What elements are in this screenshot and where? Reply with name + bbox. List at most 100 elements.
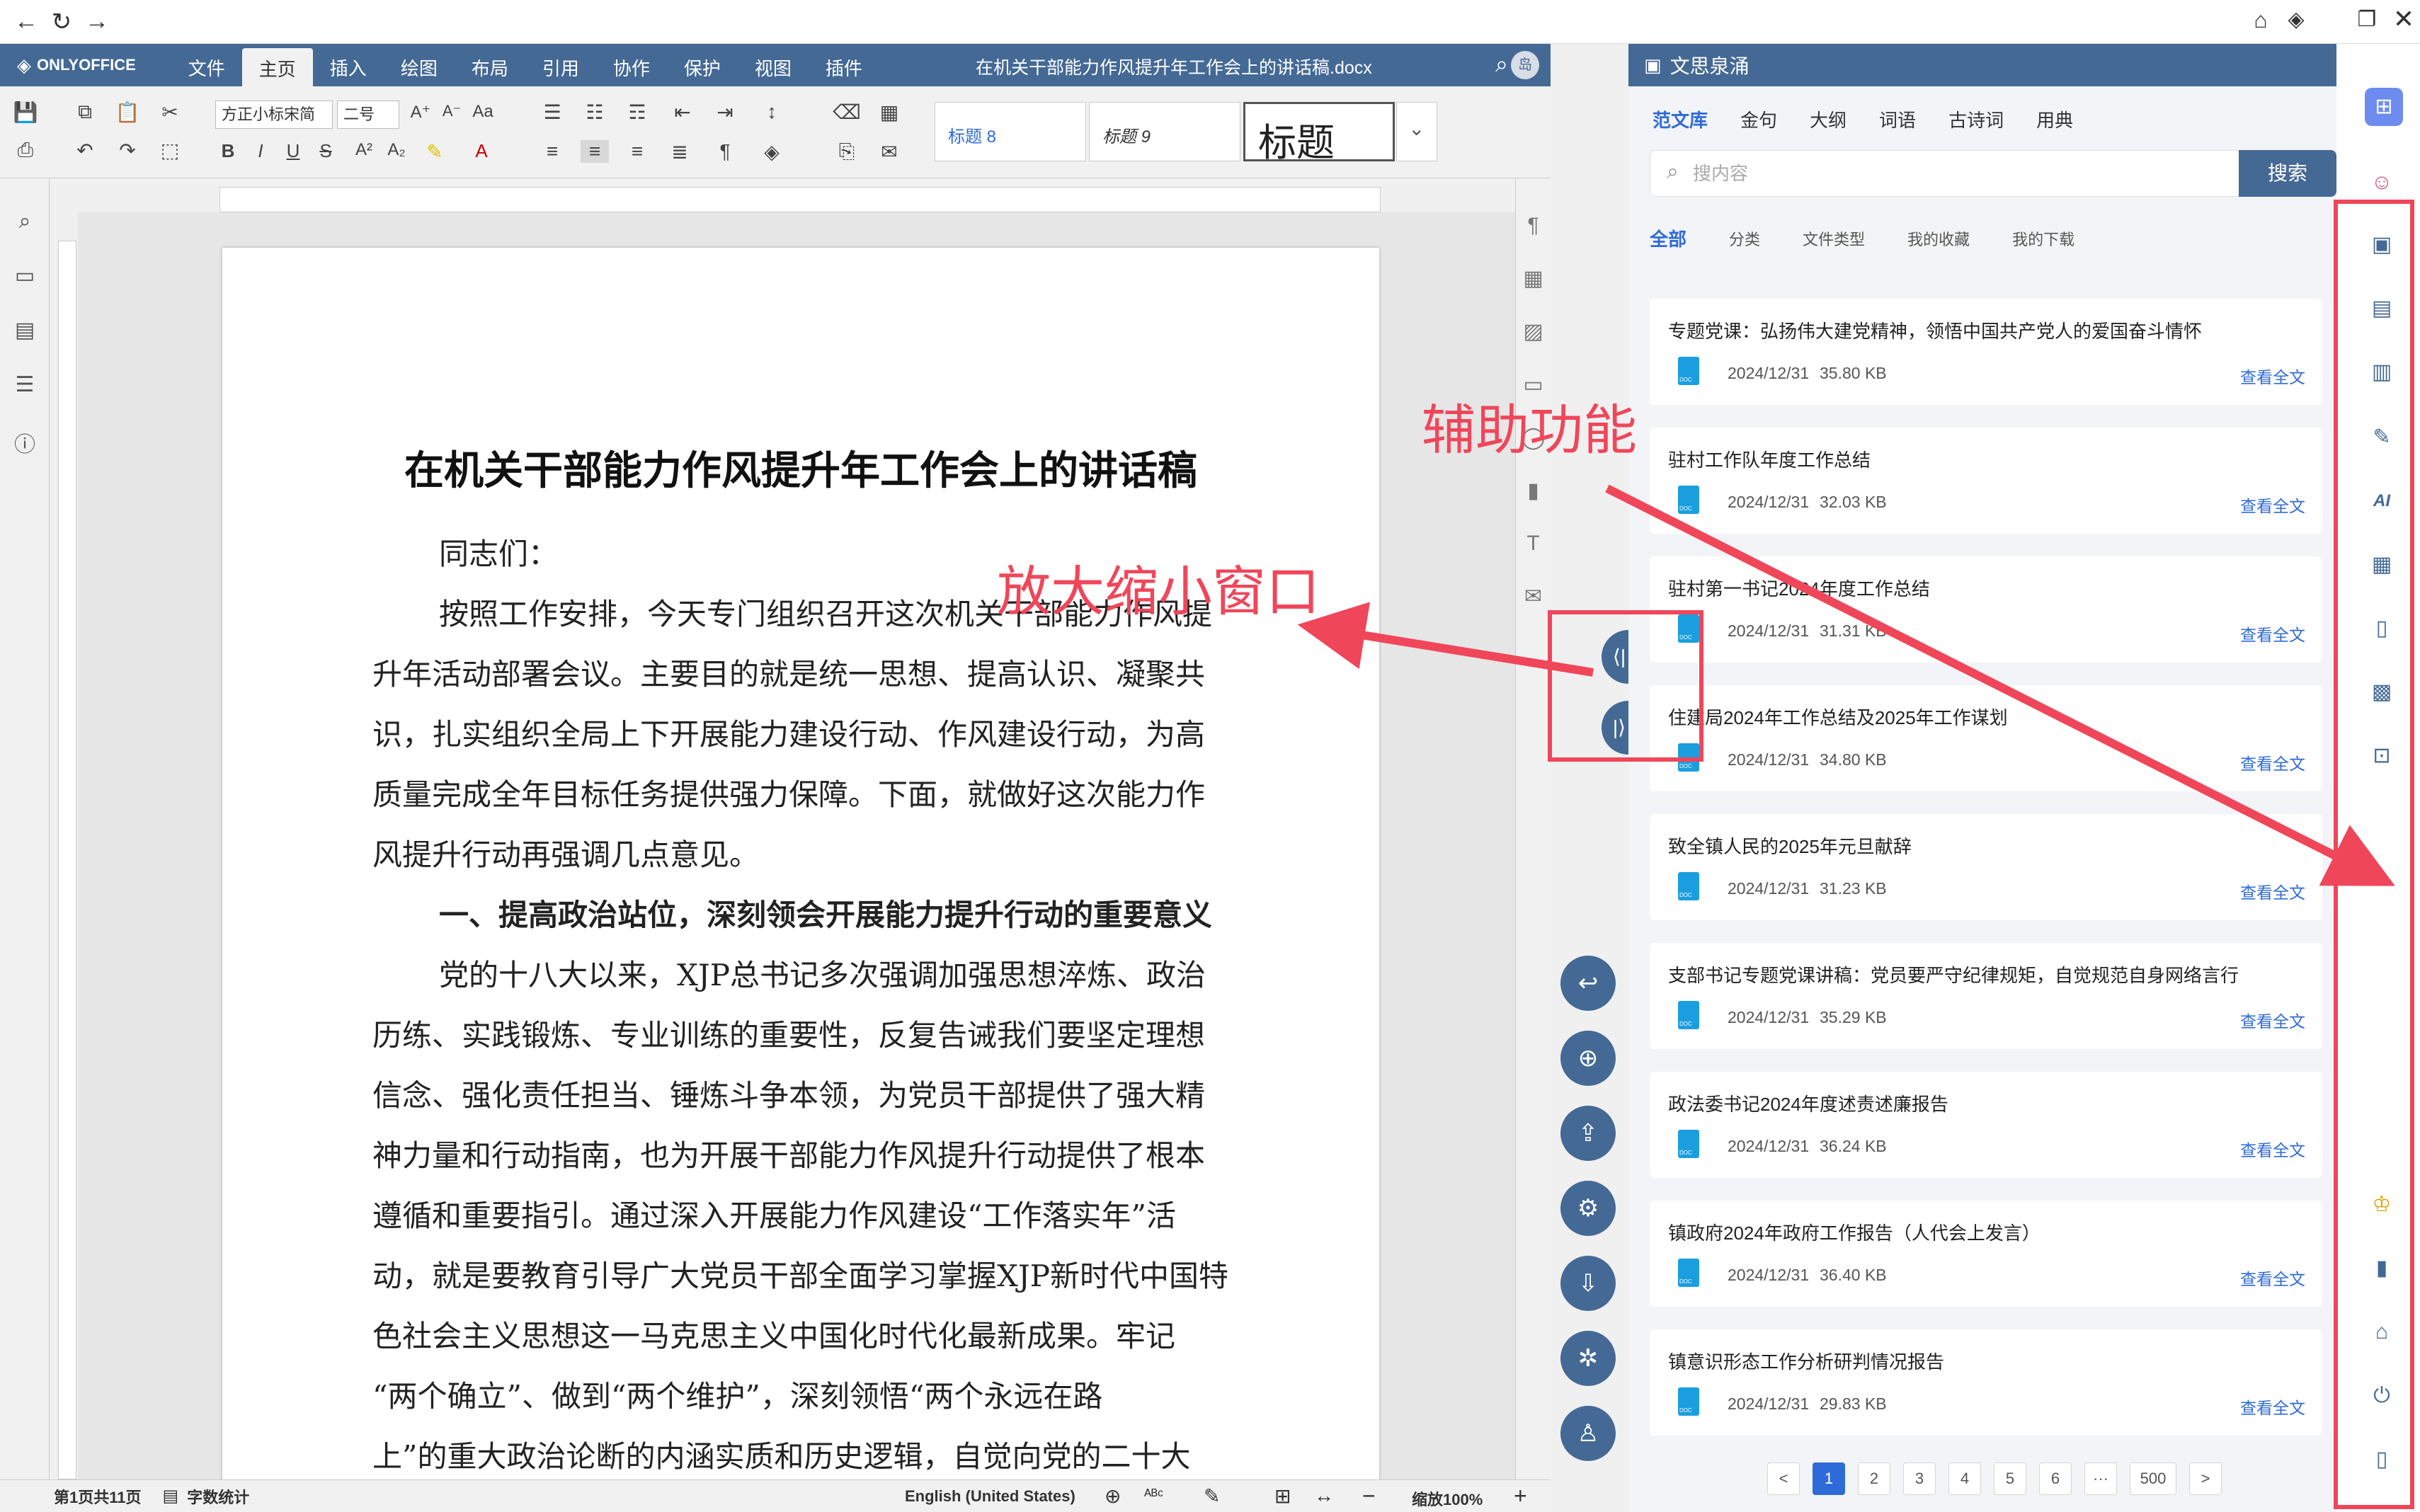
page-500[interactable]: 500: [2130, 1462, 2176, 1495]
navigation-icon[interactable]: ☰: [0, 372, 50, 397]
horizontal-ruler[interactable]: [219, 187, 1381, 212]
result-title[interactable]: 驻村第一书记2024年度工作总结: [1668, 575, 1930, 601]
clear-style-icon[interactable]: ⌫: [833, 101, 861, 124]
page-info[interactable]: 第1页共11页: [54, 1485, 142, 1508]
tab-words[interactable]: 词语: [1879, 106, 1916, 132]
view-full-link[interactable]: 查看全文: [2240, 879, 2305, 903]
globe-icon[interactable]: ⊕: [1105, 1484, 1121, 1508]
tab-poems[interactable]: 古诗词: [1948, 106, 2004, 132]
reload-icon[interactable]: ↻: [44, 8, 79, 36]
page-3[interactable]: 3: [1903, 1462, 1936, 1495]
zoom-in-icon[interactable]: +: [1514, 1483, 1527, 1509]
app-launcher-icon[interactable]: ⊞: [2365, 88, 2403, 126]
chart-settings-icon[interactable]: ▮: [1516, 479, 1551, 503]
style-gallery-expand[interactable]: ⌄: [1396, 102, 1437, 161]
result-title[interactable]: 镇政府2024年政府工作报告（人代会上发言）: [1668, 1219, 2041, 1245]
view-full-link[interactable]: 查看全文: [2240, 622, 2305, 646]
comments-icon[interactable]: ▭: [0, 263, 50, 288]
view-full-link[interactable]: 查看全文: [2240, 364, 2305, 388]
view-full-link[interactable]: 查看全文: [2240, 1137, 2305, 1161]
textart-settings-icon[interactable]: T: [1516, 532, 1551, 556]
search-icon[interactable]: ⌕: [1495, 51, 1508, 78]
search-button[interactable]: 搜索: [2239, 150, 2336, 197]
bold-icon[interactable]: B: [214, 140, 242, 162]
view-full-link[interactable]: 查看全文: [2240, 750, 2305, 774]
return-button[interactable]: ↩: [1560, 956, 1616, 1011]
multilevel-list-icon[interactable]: ☶: [623, 101, 651, 124]
save-icon[interactable]: 💾: [11, 101, 40, 124]
restore-window-icon[interactable]: ❐: [2349, 7, 2385, 32]
page-5[interactable]: 5: [1994, 1462, 2026, 1495]
paste-icon[interactable]: 📋: [113, 101, 142, 124]
result-card[interactable]: 致全镇人民的2025年元旦献辞 2024/12/31 31.23 KB 查看全文: [1650, 814, 2322, 920]
user-avatar-icon[interactable]: ☺: [2368, 168, 2396, 197]
image-settings-icon[interactable]: ▨: [1516, 319, 1551, 344]
result-title[interactable]: 政法委书记2024年度述责述廉报告: [1668, 1090, 1948, 1116]
view-full-link[interactable]: 查看全文: [2240, 1394, 2305, 1419]
result-card[interactable]: 驻村第一书记2024年度工作总结 2024/12/31 31.31 KB 查看全文: [1650, 556, 2322, 663]
table-settings-icon[interactable]: ▦: [1516, 266, 1551, 291]
shading-icon[interactable]: ◈: [758, 140, 786, 164]
redo-icon[interactable]: ↷: [113, 139, 142, 162]
result-card[interactable]: 专题党课：弘扬伟大建党精神，领悟中国共产党人的爱国奋斗情怀 2024/12/31 3…: [1650, 299, 2322, 405]
tab-quotes[interactable]: 金句: [1740, 106, 1777, 132]
align-center-icon[interactable]: ≡: [581, 140, 609, 163]
menu-collaboration[interactable]: 协作: [596, 44, 667, 86]
spellcheck-icon[interactable]: ᴬᴮᶜ: [1144, 1486, 1163, 1504]
menu-draw[interactable]: 绘图: [384, 44, 455, 86]
style-title[interactable]: 标题: [1243, 102, 1395, 165]
page-next[interactable]: >: [2189, 1462, 2222, 1495]
home-icon[interactable]: ⌂: [2243, 7, 2278, 33]
mail-merge-icon[interactable]: ✉: [875, 140, 903, 164]
filter-downloads[interactable]: 我的下载: [2012, 227, 2074, 250]
view-full-link[interactable]: 查看全文: [2240, 1266, 2305, 1290]
search-input[interactable]: 搜内容: [1650, 150, 2244, 197]
forward-icon[interactable]: →: [79, 8, 115, 35]
highlight-icon[interactable]: ✎: [421, 140, 449, 164]
view-full-link[interactable]: 查看全文: [2240, 493, 2305, 517]
language-select[interactable]: English (United States): [905, 1487, 1075, 1506]
decrease-font-icon[interactable]: A⁻: [438, 102, 466, 120]
page-6[interactable]: 6: [2039, 1462, 2072, 1495]
result-card[interactable]: 政法委书记2024年度述责述廉报告 2024/12/31 36.24 KB 查看全文: [1650, 1072, 2322, 1178]
justify-icon[interactable]: ≣: [666, 140, 694, 164]
menu-home[interactable]: 主页: [241, 48, 313, 88]
document-page[interactable]: 在机关干部能力作风提升年工作会上的讲话稿 同志们： 按照工作安排，今天专门组织召…: [222, 248, 1379, 1494]
page-4[interactable]: 4: [1948, 1462, 1981, 1495]
menu-plugins[interactable]: 插件: [809, 44, 879, 86]
menu-protection[interactable]: 保护: [667, 44, 738, 86]
fit-page-icon[interactable]: ⊞: [1274, 1484, 1291, 1508]
result-card[interactable]: 支部书记专题党课讲稿：党员要严守纪律规矩，自觉规范自身网络言行 2024/12/3…: [1650, 943, 2322, 1049]
italic-icon[interactable]: I: [246, 140, 275, 162]
menu-file[interactable]: 文件: [171, 44, 242, 86]
underline-icon[interactable]: U: [279, 140, 307, 162]
style-heading-9[interactable]: 标题 9: [1089, 102, 1240, 161]
page-prev[interactable]: <: [1767, 1462, 1800, 1495]
search-icon[interactable]: ⌕: [0, 210, 50, 234]
bullet-list-icon[interactable]: ☰: [538, 101, 566, 124]
filter-favorites[interactable]: 我的收藏: [1907, 227, 1970, 250]
fit-width-icon[interactable]: ↔: [1314, 1484, 1334, 1507]
increase-indent-icon[interactable]: ⇥: [711, 101, 739, 124]
result-title[interactable]: 支部书记专题党课讲稿：党员要严守纪律规矩，自觉规范自身网络言行: [1668, 961, 2239, 987]
result-title[interactable]: 致全镇人民的2025年元旦献辞: [1668, 832, 1912, 859]
menu-insert[interactable]: 插入: [313, 44, 384, 86]
result-card[interactable]: 镇政府2024年政府工作报告（人代会上发言） 2024/12/31 36.40 KB…: [1650, 1201, 2322, 1307]
download-button[interactable]: ⇩: [1560, 1256, 1616, 1311]
new-document-button[interactable]: ⊕: [1560, 1031, 1616, 1086]
page-2[interactable]: 2: [1858, 1462, 1890, 1495]
result-title[interactable]: 住建局2024年工作总结及2025年工作谋划: [1668, 704, 2008, 730]
view-full-link[interactable]: 查看全文: [2240, 1008, 2305, 1032]
result-title[interactable]: 专题党课：弘扬伟大建党精神，领悟中国共产党人的爱国奋斗情怀: [1668, 317, 2202, 343]
document-settings-button[interactable]: ⚙: [1560, 1181, 1616, 1236]
cut-icon[interactable]: ✂: [156, 101, 184, 124]
line-spacing-icon[interactable]: ↕: [758, 101, 786, 123]
result-card[interactable]: 镇意识形态工作分析研判情况报告 2024/12/31 29.83 KB 查看全文: [1650, 1329, 2322, 1436]
chat-icon[interactable]: ▤: [0, 318, 50, 343]
strikethrough-icon[interactable]: S: [312, 140, 340, 162]
back-icon[interactable]: ←: [8, 8, 44, 35]
menu-layout[interactable]: 布局: [455, 44, 525, 86]
zoom-out-icon[interactable]: −: [1362, 1483, 1376, 1509]
paragraph-settings-icon[interactable]: ¶: [1516, 214, 1551, 238]
change-case-icon[interactable]: Aa: [469, 102, 497, 122]
